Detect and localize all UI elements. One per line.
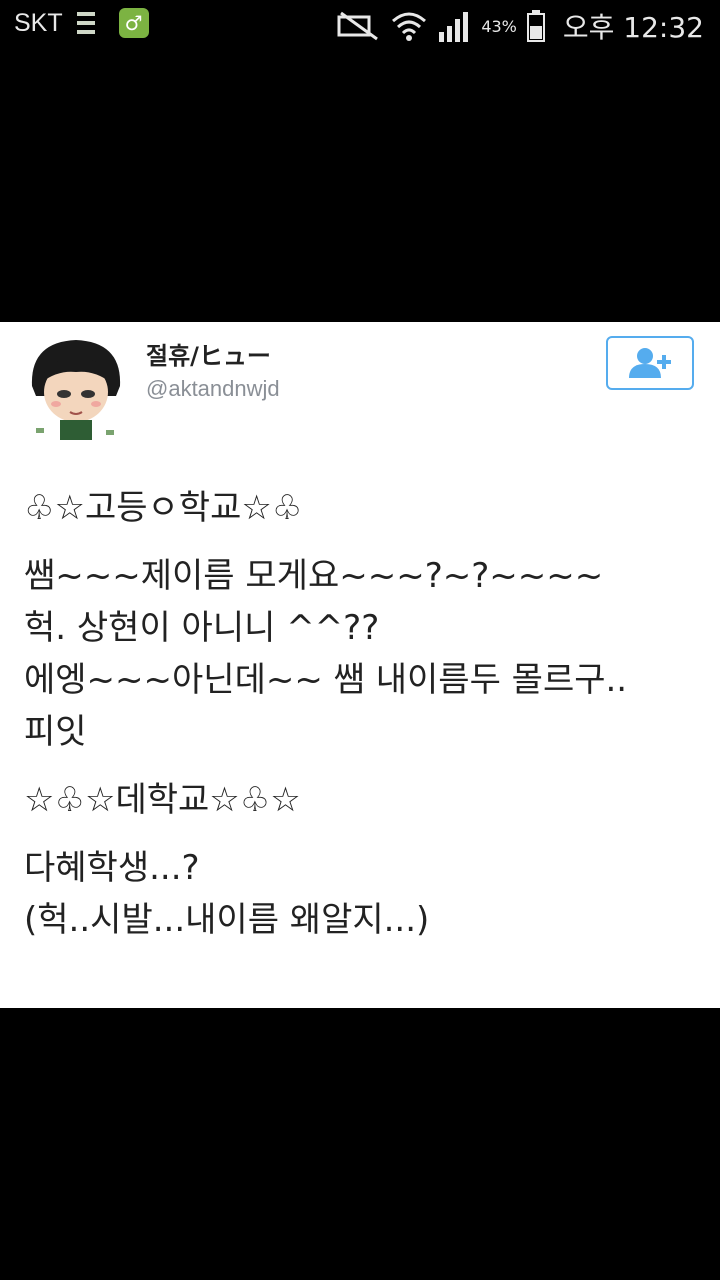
signal-icon <box>439 12 469 42</box>
notification-app-icon: ♂ <box>118 8 149 38</box>
user-handle[interactable]: @aktandnwjd <box>146 376 280 402</box>
status-bar-right: 43% 오후 12:32 <box>337 6 704 46</box>
sim-card-icon <box>76 12 95 34</box>
tweet-line: (헉..시발...내이름 왜알지...) <box>24 900 430 940</box>
mute-icon <box>337 11 379 41</box>
battery-icon <box>526 10 545 42</box>
tweet-line: 쌤~~~제이름 모게요~~~?~?~~~~ <box>24 556 604 596</box>
tweet-line: ☆♧☆데학교☆♧☆ <box>24 780 301 820</box>
carrier-label: SKT <box>14 8 63 37</box>
tweet-line: 헉. 상현이 아니니 ^^?? <box>24 608 380 648</box>
tweet-card: 절휴/ヒュー @aktandnwjd ♧☆고등ㅇ학교☆♧ 쌤~~~제이름 모게요… <box>0 322 720 1008</box>
follow-button[interactable] <box>606 336 694 390</box>
add-user-icon <box>629 348 671 378</box>
avatar[interactable] <box>24 336 128 440</box>
tweet-text: ♧☆고등ㅇ학교☆♧ 쌤~~~제이름 모게요~~~?~?~~~~ 헉. 상현이 아… <box>24 482 704 946</box>
tweet-line: ♧☆고등ㅇ학교☆♧ <box>24 488 303 528</box>
battery-percent: 43% <box>481 16 517 36</box>
tweet-line: 에엥~~~아닌데~~ 쌤 내이름두 몰르구.. <box>24 660 628 700</box>
status-bar-left: SKT ♂ <box>14 8 149 38</box>
tweet-line: 피잇 <box>24 712 87 752</box>
display-name[interactable]: 절휴/ヒュー <box>146 336 271 371</box>
tweet-line: 다혜학생...? <box>24 848 200 888</box>
wifi-icon <box>392 12 427 41</box>
clock: 오후 12:32 <box>562 11 704 44</box>
status-bar: SKT ♂ 43% 오후 12:32 <box>0 0 720 50</box>
